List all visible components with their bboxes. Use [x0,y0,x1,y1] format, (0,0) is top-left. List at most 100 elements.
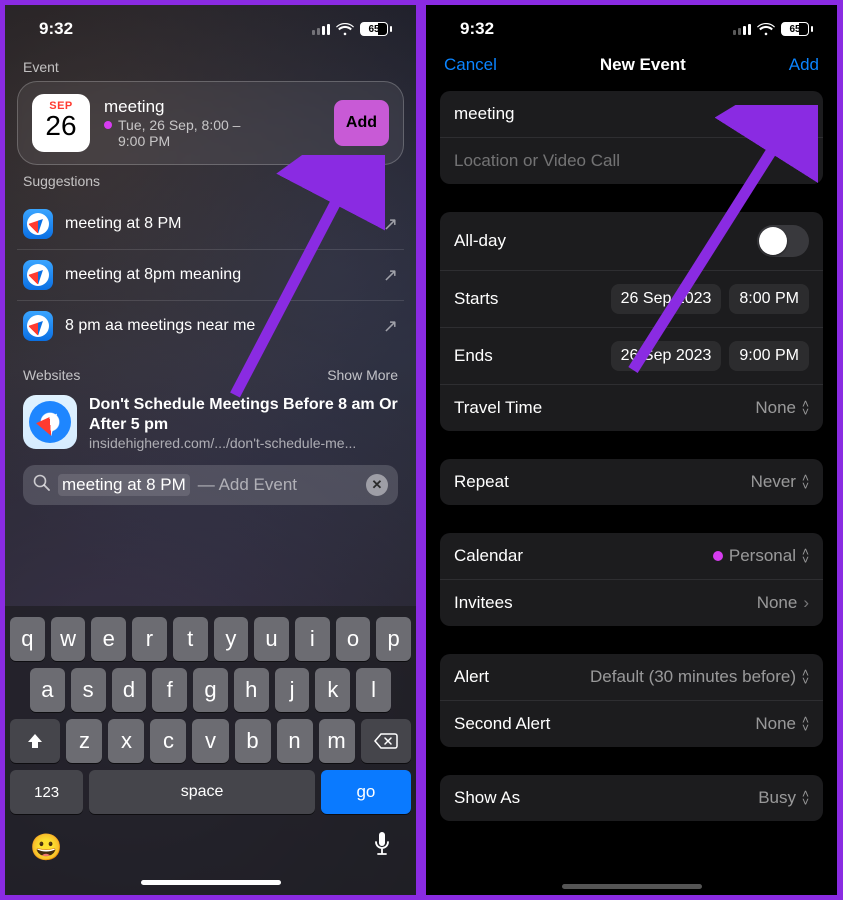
battery-icon: 65 [360,22,392,36]
suggestion-item[interactable]: meeting at 8pm meaning ↗ [17,249,404,300]
alert-group: Alert Default (30 minutes before)˄˅ Seco… [440,654,823,747]
location-field[interactable]: Location or Video Call [440,137,823,184]
key-l[interactable]: l [356,668,391,712]
key-a[interactable]: a [30,668,65,712]
status-time: 9:32 [460,19,494,39]
screen-title: New Event [600,55,686,75]
search-typed-text: meeting at 8 PM [58,474,190,496]
spotlight-search-screen: 9:32 65 Event SEP 26 [2,2,419,898]
suggestion-item[interactable]: 8 pm aa meetings near me ↗ [17,300,404,351]
key-b[interactable]: b [235,719,271,763]
key-r[interactable]: r [132,617,167,661]
status-bar: 9:32 65 [5,5,416,47]
website-result[interactable]: Don't Schedule Meetings Before 8 am Or A… [17,391,404,455]
key-v[interactable]: v [192,719,228,763]
calendar-color-dot [104,121,112,129]
key-q[interactable]: q [10,617,45,661]
end-date-picker[interactable]: 26 Sep 2023 [611,341,722,371]
delete-key[interactable] [361,719,411,763]
cellular-signal-icon [312,24,330,35]
fill-arrow-icon[interactable]: ↗ [383,214,398,235]
safari-icon [23,311,53,341]
safari-icon [23,260,53,290]
suggestions-list: meeting at 8 PM ↗ meeting at 8pm meaning… [17,199,404,351]
alert-row[interactable]: Alert Default (30 minutes before)˄˅ [440,654,823,700]
key-e[interactable]: e [91,617,126,661]
chevron-right-icon: › [803,593,809,613]
cellular-signal-icon [733,24,751,35]
calendar-color-dot [713,551,723,561]
second-alert-row[interactable]: Second Alert None˄˅ [440,700,823,747]
home-indicator[interactable] [562,884,702,889]
all-day-toggle[interactable] [757,225,809,257]
suggestion-item[interactable]: meeting at 8 PM ↗ [17,199,404,249]
key-o[interactable]: o [336,617,371,661]
ends-row: Ends 26 Sep 2023 9:00 PM [440,327,823,384]
calendar-date-icon: SEP 26 [32,94,90,152]
repeat-row[interactable]: Repeat Never˄˅ [440,459,823,505]
fill-arrow-icon[interactable]: ↗ [383,316,398,337]
show-more-button[interactable]: Show More [327,367,398,383]
fill-arrow-icon[interactable]: ↗ [383,265,398,286]
space-key[interactable]: space [89,770,315,814]
safari-icon [23,209,53,239]
stepper-icon: ˄˅ [802,548,809,565]
websites-header: Websites [23,367,80,383]
home-indicator[interactable] [141,880,281,885]
end-time-picker[interactable]: 9:00 PM [729,341,809,371]
title-location-group: meeting Location or Video Call [440,91,823,184]
calendar-invitees-group: Calendar Personal˄˅ Invitees None› [440,533,823,626]
key-i[interactable]: i [295,617,330,661]
travel-time-row[interactable]: Travel Time None˄˅ [440,384,823,431]
go-key[interactable]: go [321,770,411,814]
add-button[interactable]: Add [789,55,819,75]
starts-row: Starts 26 Sep 2023 8:00 PM [440,270,823,327]
key-s[interactable]: s [71,668,106,712]
shift-key[interactable] [10,719,60,763]
start-time-picker[interactable]: 8:00 PM [729,284,809,314]
search-icon [33,474,50,496]
key-p[interactable]: p [376,617,411,661]
stepper-icon: ˄˅ [802,669,809,686]
key-x[interactable]: x [108,719,144,763]
key-y[interactable]: y [214,617,249,661]
numbers-key[interactable]: 123 [10,770,83,814]
event-suggestion-card[interactable]: SEP 26 meeting Tue, 26 Sep, 8:00 – 9:00 … [17,81,404,165]
key-u[interactable]: u [254,617,289,661]
clear-search-button[interactable]: ✕ [366,474,388,496]
suggestions-header: Suggestions [23,173,398,189]
show-as-group: Show As Busy˄˅ [440,775,823,821]
show-as-row[interactable]: Show As Busy˄˅ [440,775,823,821]
wifi-icon [757,23,775,36]
dictation-key[interactable] [373,831,391,864]
stepper-icon: ˄˅ [802,716,809,733]
key-n[interactable]: n [277,719,313,763]
title-field[interactable]: meeting [440,91,823,137]
key-c[interactable]: c [150,719,186,763]
cancel-button[interactable]: Cancel [444,55,497,75]
website-title: Don't Schedule Meetings Before 8 am Or A… [89,395,398,435]
key-t[interactable]: t [173,617,208,661]
start-date-picker[interactable]: 26 Sep 2023 [611,284,722,314]
website-url: insidehighered.com/.../don't-schedule-me… [89,435,398,451]
key-k[interactable]: k [315,668,350,712]
invitees-row[interactable]: Invitees None› [440,579,823,626]
battery-icon: 65 [781,22,813,36]
emoji-key[interactable]: 😀 [30,832,62,863]
navigation-bar: Cancel New Event Add [426,47,837,91]
datetime-group: All-day Starts 26 Sep 2023 8:00 PM Ends … [440,212,823,431]
key-m[interactable]: m [319,719,355,763]
key-h[interactable]: h [234,668,269,712]
key-g[interactable]: g [193,668,228,712]
spotlight-search-field[interactable]: meeting at 8 PM — Add Event ✕ [23,465,398,505]
key-z[interactable]: z [66,719,102,763]
status-bar: 9:32 65 [426,5,837,47]
key-w[interactable]: w [51,617,86,661]
key-j[interactable]: j [275,668,310,712]
key-d[interactable]: d [112,668,147,712]
safari-app-icon [23,395,77,449]
stepper-icon: ˄˅ [802,790,809,807]
calendar-row[interactable]: Calendar Personal˄˅ [440,533,823,579]
key-f[interactable]: f [152,668,187,712]
add-event-button[interactable]: Add [334,100,389,146]
